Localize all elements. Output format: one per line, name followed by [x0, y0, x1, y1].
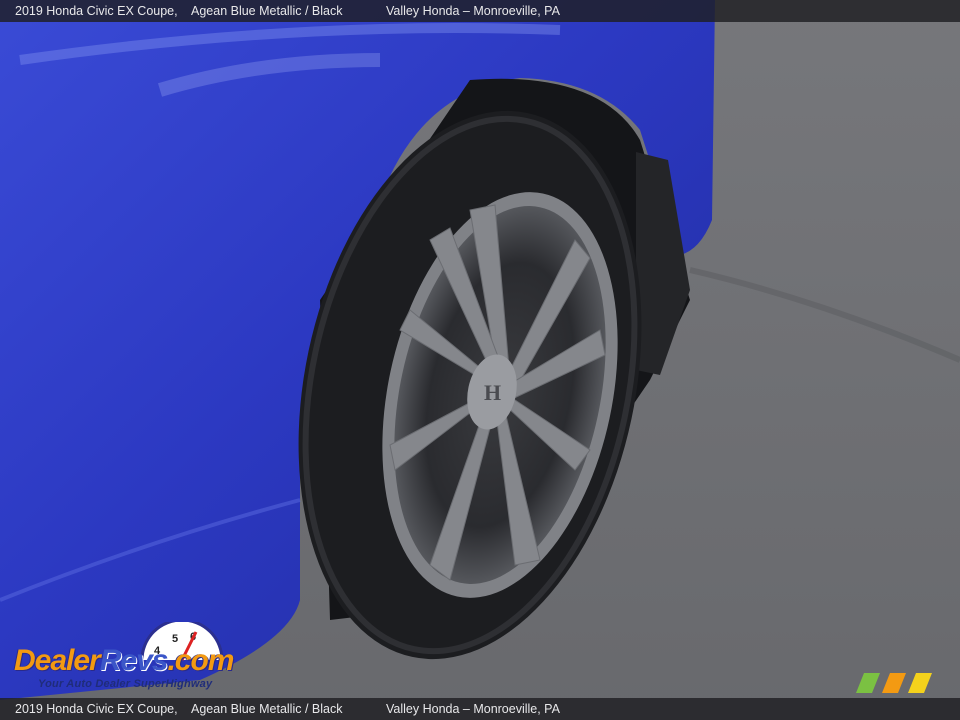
caption-bar-top: 2019 Honda Civic EX Coupe, Agean Blue Me… — [0, 0, 960, 22]
photo-scene: H — [0, 0, 960, 720]
vehicle-label: 2019 Honda Civic EX Coupe, — [15, 702, 178, 716]
color-label: Agean Blue Metallic / Black — [191, 702, 343, 716]
dealer-label: Valley Honda – Monroeville, PA — [386, 702, 560, 716]
color-label: Agean Blue Metallic / Black — [191, 4, 343, 18]
honda-emblem: H — [484, 380, 501, 405]
dealer-label: Valley Honda – Monroeville, PA — [386, 4, 560, 18]
color-stripe-mark — [856, 673, 934, 693]
car-wheel-photo: H — [0, 0, 960, 720]
dealerrevs-logo[interactable]: 4 5 6 DealerRevs.com Your Auto Dealer Su… — [10, 622, 270, 696]
dealerrevs-wordmark: DealerRevs.com — [14, 644, 234, 677]
caption-bar-bottom: 2019 Honda Civic EX Coupe, Agean Blue Me… — [0, 698, 960, 720]
vehicle-label: 2019 Honda Civic EX Coupe, — [15, 4, 178, 18]
dealerrevs-tagline: Your Auto Dealer SuperHighway — [38, 678, 213, 690]
